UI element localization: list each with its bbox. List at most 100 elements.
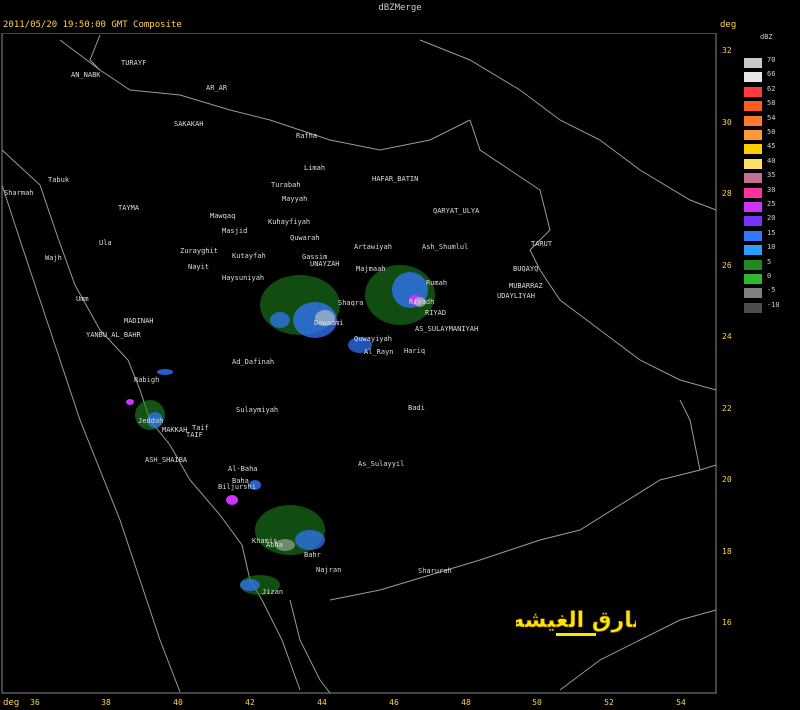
timestamp-label: 2011/05/20 19:50:00 GMT Composite xyxy=(3,20,182,30)
place-label-abha: Abha xyxy=(266,541,283,549)
place-label-hariq: Hariq xyxy=(404,347,425,355)
window-title: dBZMerge xyxy=(378,3,422,13)
place-label-haysuniyah: Haysuniyah xyxy=(222,274,264,282)
place-label-mayyah: Mayyah xyxy=(282,195,307,203)
place-label-rabigh: Rabigh xyxy=(134,376,159,384)
colorbar-label: 45 xyxy=(767,142,776,151)
place-label-buqayq: BUQAYQ xyxy=(513,265,538,273)
colorbar-label: 35 xyxy=(767,171,776,180)
place-label-ash-shumlul: Ash_Shumlul xyxy=(422,243,468,251)
colorbar-label: 58 xyxy=(767,99,776,108)
place-label-turayf: TURAYF xyxy=(121,59,146,67)
colorbar-swatch xyxy=(744,115,762,126)
place-label-tabuk: Tabuk xyxy=(48,176,70,184)
colorbar-label: -10 xyxy=(767,300,780,309)
colorbar-label: 70 xyxy=(767,56,776,64)
place-label-sulaymiyah: Sulaymiyah xyxy=(236,406,278,414)
colorbar-swatch xyxy=(744,202,762,212)
place-label-tayma: TAYMA xyxy=(118,204,140,212)
place-label-wajh: Wajh xyxy=(45,254,62,262)
lat-tick-label: 18 xyxy=(722,547,732,556)
colorbar-swatch xyxy=(744,101,762,112)
place-label-artawiyah: Artawiyah xyxy=(354,243,392,251)
place-label-bahr: Bahr xyxy=(304,551,321,559)
colorbar-label: 20 xyxy=(767,214,776,223)
place-label-zurayghit: Zurayghit xyxy=(180,247,218,255)
place-label-riyadh: Riyadh xyxy=(409,298,434,306)
place-label-quwayiyah: Quwayiyah xyxy=(354,335,392,343)
place-label-mubarraz: MUBARRAZ xyxy=(509,282,543,290)
colorbar-unit: dBZ xyxy=(760,33,773,41)
place-label-mawqaq: Mawqaq xyxy=(210,212,235,220)
deg-label-top: deg xyxy=(720,20,737,30)
colorbar-swatch xyxy=(744,86,762,97)
lat-ticks: 32 30 28 26 24 22 20 18 16 xyxy=(722,46,732,627)
place-label-masjid: Masjid xyxy=(222,227,247,235)
lat-tick-label: 28 xyxy=(722,189,732,198)
place-label-udayliyah: UDAYLIYAH xyxy=(497,292,535,300)
colorbar-label: 62 xyxy=(767,84,776,93)
colorbar-label: 50 xyxy=(767,128,776,136)
lon-tick-label: 46 xyxy=(389,698,399,707)
place-label-yanbu: YANBU_AL_BAHR xyxy=(86,331,142,339)
place-label-makkah: MAKKAH xyxy=(162,426,187,434)
place-label-riyad: RIYAD xyxy=(425,309,446,317)
lon-tick-label: 44 xyxy=(317,698,327,707)
colorbar-swatch xyxy=(744,187,762,198)
colorbar-label: 40 xyxy=(767,156,776,165)
place-label-al-rayn: Al_Rayn xyxy=(364,348,394,356)
lat-tick-label: 16 xyxy=(722,618,732,627)
place-label-taif2: TAIF xyxy=(186,431,203,439)
lon-tick-label: 36 xyxy=(30,698,40,707)
place-label-limah: Limah xyxy=(304,164,325,172)
place-label-unayzah: UNAYZAH xyxy=(310,260,340,268)
lat-tick-label: 26 xyxy=(722,261,732,270)
place-label-sharurah: Sharurah xyxy=(418,567,452,575)
colorbar-swatch xyxy=(744,216,762,227)
place-label-tarut: TARUT xyxy=(531,240,553,248)
place-label-ula: Ula xyxy=(99,239,112,247)
colorbar-label: 0 xyxy=(767,272,772,280)
colorbar-label: 30 xyxy=(767,185,776,194)
colorbar-label: 66 xyxy=(767,70,776,79)
place-label-quwarah: Quwarah xyxy=(290,234,320,242)
place-label-ash-shaiba: ASH_SHAIBA xyxy=(145,456,188,464)
place-label-al-baha: Al-Baha xyxy=(228,465,258,473)
place-label-hafar-batin: HAFAR_BATIN xyxy=(372,175,418,183)
colorbar-label: 15 xyxy=(767,228,776,237)
colorbar-label: 5 xyxy=(767,257,772,266)
colorbar-label: 54 xyxy=(767,113,776,122)
place-label-turabah: Turabah xyxy=(271,181,301,189)
place-label-jizan: Jizan xyxy=(262,588,283,596)
lon-tick-label: 52 xyxy=(604,698,614,707)
colorbar-swatch xyxy=(744,130,762,140)
colorbar-swatch xyxy=(744,58,762,68)
colorbar-label: -5 xyxy=(767,286,776,295)
lon-ticks: 36 38 40 42 44 46 48 50 52 54 xyxy=(30,698,686,707)
lat-tick-label: 24 xyxy=(722,332,732,341)
lon-tick-label: 54 xyxy=(676,698,686,707)
logo-text: بارق الغيشه xyxy=(516,608,636,633)
place-label-badi: Badi xyxy=(408,404,425,412)
place-label-sharmah: Sharmah xyxy=(4,189,34,197)
lon-tick-label: 48 xyxy=(461,698,471,707)
place-label-ar-ar: AR_AR xyxy=(206,84,228,92)
place-label-kuhayfiyah: Kuhayfiyah xyxy=(268,218,310,226)
colorbar-swatch xyxy=(744,144,762,155)
colorbar-swatch xyxy=(744,173,762,184)
colorbar-swatch xyxy=(744,230,762,241)
lat-tick-label: 22 xyxy=(722,404,732,413)
colorbar-label: 25 xyxy=(767,200,776,208)
colorbar-swatch xyxy=(744,288,762,299)
lat-tick-label: 32 xyxy=(722,46,732,55)
place-label-rafha: Rafha xyxy=(296,132,317,140)
place-label-madinah: MADINAH xyxy=(124,317,154,325)
place-label-qaryat-ulya: QARYAT_ULYA xyxy=(433,207,480,215)
colorbar-swatch xyxy=(744,302,762,313)
lon-tick-label: 38 xyxy=(101,698,111,707)
place-label-najran: Najran xyxy=(316,566,341,574)
place-label-biljurshi: Biljurshi xyxy=(218,483,256,491)
radar-map: 36 38 40 42 44 46 48 50 52 54 32 30 28 26 24 22 20 18 16 xyxy=(1,33,732,707)
watermark-logo: بارق الغيشه xyxy=(516,608,636,636)
colorbar-swatch xyxy=(744,259,762,270)
